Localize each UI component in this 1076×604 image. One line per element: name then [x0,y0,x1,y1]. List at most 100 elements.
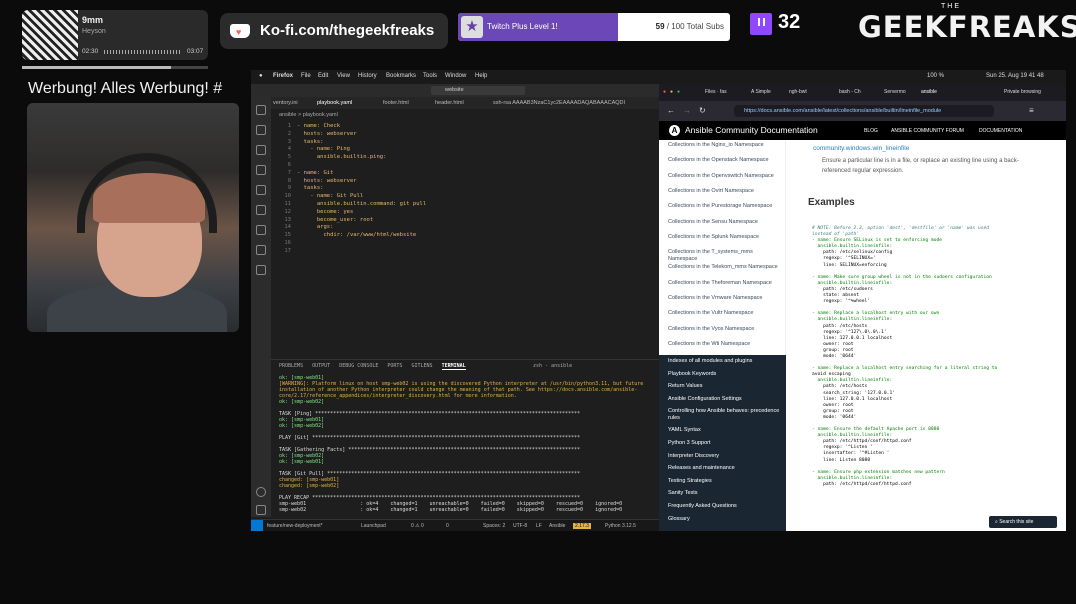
git-branch[interactable]: feature/new-deployment* [267,523,323,529]
clock[interactable]: Sun 25. Aug 19 41 48 [986,73,1044,79]
code-line[interactable]: - name: Check [297,123,340,131]
back-icon[interactable]: ← [667,106,675,115]
menu-item[interactable]: View [337,73,350,79]
code-line[interactable]: tasks: [297,185,324,193]
menu-item[interactable]: Help [475,73,487,79]
nav-documentation[interactable]: DOCUMENTATION [979,128,1022,134]
testing-icon[interactable] [256,205,266,215]
sidebar-link[interactable]: Collections in the Vyos Namespace [668,326,783,333]
settings-icon[interactable] [256,505,266,515]
sidebar-link[interactable]: Collections in the Vmware Namespace [668,295,783,302]
sidebar-link[interactable]: Releases and maintenance [668,465,783,472]
tab-gitlens[interactable]: GITLENS [411,363,432,369]
sidebar-link[interactable]: Interpreter Discovery [668,453,783,460]
problems-count[interactable]: 0 ⚠ 0 [411,523,424,529]
terminal-panel[interactable]: PROBLEMS OUTPUT DEBUG CONSOLE PORTS GITL… [271,359,659,531]
terminal-output[interactable]: ok: [smp-web01] [WARNING]: Platform linux… [279,375,657,525]
sidebar-link[interactable]: Python 3 Support [668,440,783,447]
sidebar-link[interactable]: Collections in the T_systems_mms Namespa… [668,249,783,263]
code-line[interactable]: tasks: [297,139,324,147]
launchpad[interactable]: Launchpad [361,523,386,529]
code-line[interactable]: become: yes [297,209,353,217]
menu-item[interactable]: Firefox [273,73,293,79]
browser-tab[interactable]: ngh-bwt [789,89,807,95]
ansible-logo-icon[interactable]: A [669,125,680,136]
code-line[interactable]: hosts: webserver [297,131,357,139]
ansible-icon[interactable] [256,265,266,275]
eol[interactable]: LF [536,523,542,529]
code-line[interactable]: - name: Git Pull [297,193,363,201]
url-bar[interactable]: https://docs.ansible.com/ansible/latest/… [734,105,994,117]
sidebar-link[interactable]: Collections in the Openvswitch Namespace [668,173,783,180]
tab-ports[interactable]: PORTS [387,363,402,369]
browser-tab[interactable]: bash - Ch [839,89,861,95]
source-control-icon[interactable] [256,145,266,155]
menu-item[interactable]: Window [445,73,466,79]
run-debug-icon[interactable] [256,165,266,175]
sidebar-link[interactable]: Collections in the Ovirt Namespace [668,188,783,195]
code-line[interactable]: ansible.builtin.ping: [297,154,387,162]
battery-status[interactable]: 100 % [927,73,944,79]
command-search[interactable]: website [431,86,525,95]
ports-count[interactable]: 0 [446,523,449,529]
code-line[interactable]: args: [297,224,334,232]
sidebar-link[interactable]: Collections in the Wti Namespace [668,341,783,348]
sidebar-link[interactable]: Collections in the Sensu Namespace [668,219,783,226]
explorer-icon[interactable] [256,105,266,115]
terminal-shell-label[interactable]: zsh - ansible [533,363,572,369]
sidebar-link[interactable]: Controlling how Ansible behaves: precede… [668,408,783,422]
account-icon[interactable] [256,487,266,497]
sidebar-link[interactable]: Collections in the Nginx_io Namespace [668,142,783,149]
search-site-button[interactable]: ⌕ Search this site [989,516,1057,528]
zoom-window-icon[interactable]: ● [677,89,680,95]
tab-playbook[interactable]: playbook.yaml [317,100,352,106]
reload-icon[interactable]: ↻ [699,106,706,115]
sidebar-link[interactable]: YAML Syntax [668,427,783,434]
remote-icon[interactable] [256,225,266,235]
breadcrumb[interactable]: ansible > playbook.yaml [279,112,338,118]
code-line[interactable]: hosts: webserver [297,178,357,186]
menu-item[interactable]: Bookmarks [386,73,416,79]
browser-tab[interactable]: A Simple [751,89,771,95]
remote-indicator-icon[interactable] [251,520,263,531]
sidebar-link[interactable]: Testing Strategies [668,478,783,485]
browser-tab-active[interactable]: ansible [921,89,937,95]
tab-ssh-key[interactable]: ssh-rsa AAAAB3NzaC1yc2EAAAADAQABAAACAQDI [493,100,625,106]
search-icon[interactable] [256,125,266,135]
docs-site-title[interactable]: Ansible Community Documentation [685,125,818,135]
menu-icon[interactable]: ≡ [1029,106,1034,115]
close-window-icon[interactable]: ● [663,89,666,95]
ansible-version[interactable]: 2.17.3 [573,523,591,529]
sidebar-link[interactable]: Collections in the Splunk Namespace [668,234,783,241]
menu-item[interactable]: Edit [318,73,328,79]
code-editor[interactable]: 1 - name: Check 2 hosts: webserver 3 tasks:… [271,121,659,361]
nav-forum[interactable]: ANSIBLE COMMUNITY FORUM [891,128,964,134]
apple-icon[interactable]: ● [259,73,263,79]
see-also-link[interactable]: community.windows.win_lineinfile [813,145,909,152]
sidebar-link[interactable]: Ansible Configuration Settings [668,396,783,403]
docker-icon[interactable] [256,245,266,255]
code-line[interactable]: - name: Ping [297,146,350,154]
minimize-window-icon[interactable]: ● [670,89,673,95]
nav-blog[interactable]: BLOG [864,128,878,134]
tab-header[interactable]: header.html [435,100,464,106]
python-version[interactable]: Python 3.12.5 [605,523,636,529]
language-mode[interactable]: Ansible [549,523,565,529]
encoding[interactable]: UTF-8 [513,523,527,529]
sidebar-link[interactable]: Collections in the Vultr Namespace [668,310,783,317]
menu-item[interactable]: File [301,73,311,79]
tab-inventory[interactable]: ventory.ini [273,100,298,106]
tab-debug-console[interactable]: DEBUG CONSOLE [339,363,378,369]
browser-tab[interactable]: Servermo [884,89,906,95]
tab-footer[interactable]: footer.html [383,100,409,106]
tab-output[interactable]: OUTPUT [312,363,330,369]
code-line[interactable]: become_user: root [297,217,373,225]
forward-icon[interactable]: → [683,106,691,115]
menu-item[interactable]: History [358,73,377,79]
browser-tab[interactable]: Files · fas [705,89,727,95]
indentation[interactable]: Spaces: 2 [483,523,505,529]
menu-item[interactable]: Tools [423,73,437,79]
sidebar-link[interactable]: Return Values [668,383,783,390]
sidebar-link[interactable]: Playbook Keywords [668,371,783,378]
code-line[interactable]: chdir: /var/www/html/website [297,232,416,240]
